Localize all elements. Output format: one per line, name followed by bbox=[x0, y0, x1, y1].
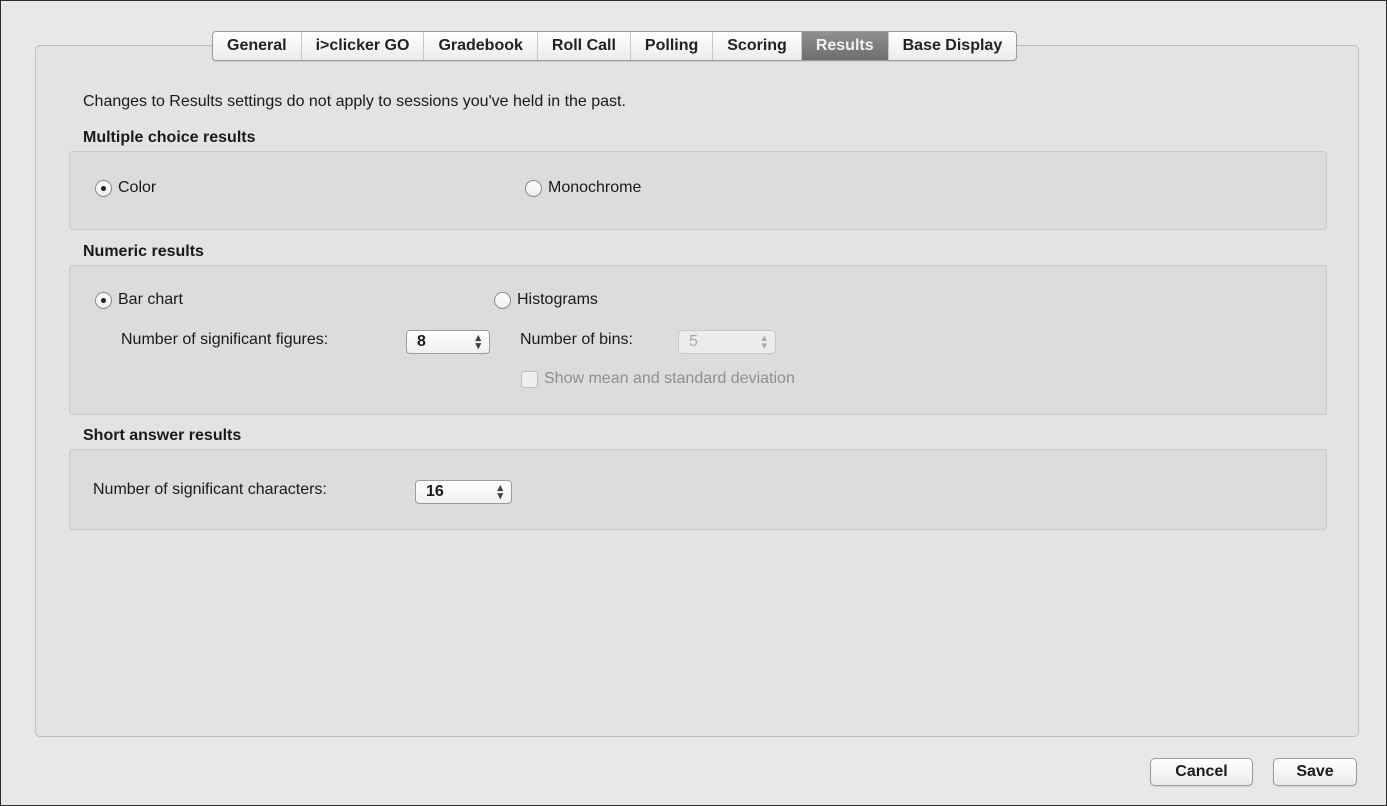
multiple-choice-group: Color Monochrome bbox=[69, 151, 1327, 230]
radio-unselected-icon bbox=[494, 291, 511, 309]
show-mean-checkbox[interactable]: Show mean and standard deviation bbox=[521, 370, 795, 388]
tab-iclicker-go[interactable]: i>clicker GO bbox=[302, 32, 425, 60]
numeric-results-group: Bar chart Histograms Number of significa… bbox=[69, 265, 1327, 415]
tab-bar: General i>clicker GO Gradebook Roll Call… bbox=[212, 31, 1018, 61]
histograms-radio-label: Histograms bbox=[517, 291, 598, 308]
tab-base-display[interactable]: Base Display bbox=[889, 32, 1017, 60]
monochrome-radio[interactable]: Monochrome bbox=[525, 179, 641, 197]
checkbox-unchecked-icon bbox=[521, 370, 538, 388]
multiple-choice-title: Multiple choice results bbox=[83, 129, 256, 146]
sig-figures-stepper[interactable]: 8 ▴ ▾ bbox=[406, 330, 490, 354]
preferences-window: General i>clicker GO Gradebook Roll Call… bbox=[0, 0, 1387, 806]
bins-value: 5 bbox=[689, 333, 698, 350]
tab-scoring[interactable]: Scoring bbox=[713, 32, 802, 60]
short-answer-title: Short answer results bbox=[83, 427, 242, 444]
sig-figures-label: Number of significant figures: bbox=[121, 331, 329, 348]
sig-chars-stepper[interactable]: 16 ▴ ▾ bbox=[415, 480, 512, 504]
color-radio[interactable]: Color bbox=[95, 179, 156, 197]
short-answer-group: Number of significant characters: 16 ▴ ▾ bbox=[69, 449, 1327, 530]
tab-gradebook[interactable]: Gradebook bbox=[424, 32, 538, 60]
color-radio-label: Color bbox=[118, 179, 157, 196]
stepper-arrows-icon: ▴ ▾ bbox=[761, 332, 767, 352]
sig-chars-label: Number of significant characters: bbox=[93, 481, 327, 498]
save-button[interactable]: Save bbox=[1273, 758, 1357, 786]
radio-selected-icon bbox=[95, 179, 112, 197]
tab-results[interactable]: Results bbox=[801, 32, 889, 60]
tab-general[interactable]: General bbox=[213, 32, 302, 60]
stepper-arrows-icon: ▴ ▾ bbox=[497, 482, 503, 502]
sig-figures-value: 8 bbox=[417, 333, 426, 350]
stepper-arrows-icon: ▴ ▾ bbox=[475, 332, 481, 352]
tab-roll-call[interactable]: Roll Call bbox=[538, 32, 631, 60]
radio-unselected-icon bbox=[525, 179, 542, 197]
numeric-results-title: Numeric results bbox=[83, 243, 204, 260]
results-info-text: Changes to Results settings do not apply… bbox=[83, 93, 626, 110]
bar-chart-radio-label: Bar chart bbox=[118, 291, 183, 308]
radio-selected-icon bbox=[95, 291, 112, 309]
bins-label: Number of bins: bbox=[520, 331, 633, 348]
sig-chars-value: 16 bbox=[426, 483, 444, 500]
bins-stepper[interactable]: 5 ▴ ▾ bbox=[678, 330, 776, 354]
cancel-button[interactable]: Cancel bbox=[1150, 758, 1253, 786]
bar-chart-radio[interactable]: Bar chart bbox=[95, 291, 183, 309]
monochrome-radio-label: Monochrome bbox=[548, 179, 642, 196]
histograms-radio[interactable]: Histograms bbox=[494, 291, 598, 309]
tab-polling[interactable]: Polling bbox=[631, 32, 714, 60]
show-mean-label: Show mean and standard deviation bbox=[544, 370, 795, 387]
